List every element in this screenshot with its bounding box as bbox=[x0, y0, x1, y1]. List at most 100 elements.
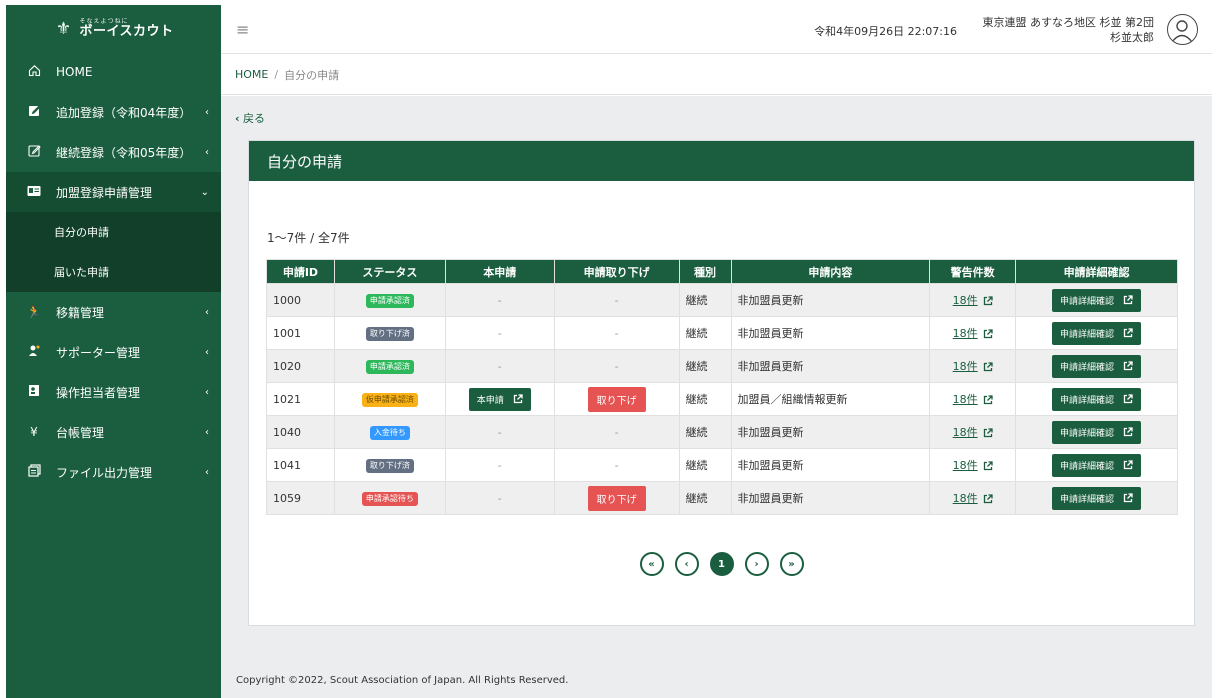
detail-button[interactable]: 申請詳細確認 bbox=[1052, 486, 1142, 510]
sidebar-item-additional-registration[interactable]: 追加登録（令和04年度） ‹ bbox=[6, 92, 221, 132]
external-link-icon bbox=[1118, 493, 1133, 504]
application-id: 1021 bbox=[266, 382, 335, 416]
withdraw-cell: 取り下げ bbox=[553, 481, 680, 515]
external-link-icon bbox=[1118, 328, 1133, 339]
detail-cell: 申請詳細確認 bbox=[1015, 382, 1178, 416]
external-link-icon bbox=[1118, 295, 1133, 306]
warnings-link[interactable]: 18件 bbox=[953, 360, 978, 373]
detail-button[interactable]: 申請詳細確認 bbox=[1052, 321, 1142, 345]
status-cell: 入金待ち bbox=[333, 415, 446, 449]
warnings-link[interactable]: 18件 bbox=[953, 426, 978, 439]
prev-page-button[interactable]: ‹ bbox=[674, 552, 699, 576]
sidebar-item-label: 移籍管理 bbox=[56, 305, 105, 320]
id-card-icon bbox=[24, 185, 44, 200]
warnings-link[interactable]: 18件 bbox=[953, 327, 978, 340]
detail-button[interactable]: 申請詳細確認 bbox=[1052, 354, 1142, 378]
external-link-icon bbox=[978, 360, 993, 373]
withdraw-button[interactable]: 取り下げ bbox=[587, 485, 646, 511]
table-row: 1020 申請承認済 - - 継続 非加盟員更新 18件 申請詳細確認 bbox=[266, 349, 1178, 383]
detail-button[interactable]: 申請詳細確認 bbox=[1052, 453, 1142, 477]
user-organization: 東京連盟 あすなろ地区 杉並 第2団 bbox=[982, 16, 1155, 29]
content-cell: 非加盟員更新 bbox=[730, 448, 931, 482]
status-badge: 申請承認済 bbox=[365, 293, 414, 308]
main-application-cell: - bbox=[444, 481, 555, 515]
sidebar-item-file-output[interactable]: ファイル出力管理 ‹ bbox=[6, 452, 221, 492]
sidebar-item-membership-application[interactable]: 加盟登録申請管理 ⌄ bbox=[6, 172, 221, 212]
detail-label: 申請詳細確認 bbox=[1060, 395, 1115, 406]
footer-copyright: Copyright ©2022, Scout Association of Ja… bbox=[221, 662, 1212, 698]
status-badge: 取り下げ済 bbox=[365, 458, 414, 473]
sidebar-item-home[interactable]: HOME bbox=[6, 52, 221, 92]
page-button-current[interactable]: 1 bbox=[709, 552, 734, 576]
back-link[interactable]: ‹ 戻る bbox=[235, 110, 265, 126]
status-cell: 取り下げ済 bbox=[333, 448, 446, 482]
content-cell: 非加盟員更新 bbox=[730, 349, 931, 383]
detail-button[interactable]: 申請詳細確認 bbox=[1052, 387, 1142, 411]
status-cell: 申請承認済 bbox=[333, 349, 446, 383]
column-header: 申請詳細確認 bbox=[1015, 259, 1178, 284]
sidebar-item-label: 台帳管理 bbox=[56, 425, 105, 440]
warnings-link[interactable]: 18件 bbox=[953, 492, 978, 505]
chevron-left-icon: ‹ bbox=[205, 386, 209, 398]
next-page-button[interactable]: › bbox=[744, 552, 769, 576]
result-count: 1〜7件 / 全7件 bbox=[267, 231, 350, 245]
detail-button[interactable]: 申請詳細確認 bbox=[1052, 420, 1142, 444]
table-row: 1040 入金待ち - - 継続 非加盟員更新 18件 申請詳細確認 bbox=[266, 415, 1178, 449]
file-output-icon bbox=[24, 464, 44, 480]
withdraw-cell: - bbox=[553, 283, 680, 317]
external-link-icon bbox=[978, 393, 993, 406]
main-application-button[interactable]: 本申請 bbox=[468, 387, 531, 411]
type-cell: 継続 bbox=[678, 316, 732, 350]
main-application-label: 本申請 bbox=[476, 395, 504, 406]
sidebar-item-received-applications[interactable]: 届いた申請 bbox=[6, 252, 221, 292]
withdraw-cell: - bbox=[553, 349, 680, 383]
chevron-left-icon: ‹ bbox=[205, 106, 209, 118]
main-application-cell: - bbox=[444, 415, 555, 449]
topbar: ≡ 令和4年09月26日 22:07:16 東京連盟 あすなろ地区 杉並 第2団… bbox=[221, 5, 1212, 54]
warnings-link[interactable]: 18件 bbox=[953, 459, 978, 472]
sidebar-item-label: HOME bbox=[56, 65, 93, 79]
sidebar-item-transfer[interactable]: 🏃 移籍管理 ‹ bbox=[6, 292, 221, 332]
table-row: 1000 申請承認済 - - 継続 非加盟員更新 18件 申請詳細確認 bbox=[266, 283, 1178, 317]
content-cell: 非加盟員更新 bbox=[730, 481, 931, 515]
first-page-button[interactable]: « bbox=[639, 552, 664, 576]
external-link-icon bbox=[1118, 394, 1133, 405]
warnings-link[interactable]: 18件 bbox=[953, 294, 978, 307]
chevron-left-icon: ‹ bbox=[205, 306, 209, 318]
breadcrumb-home[interactable]: HOME bbox=[235, 68, 268, 81]
user-info: 東京連盟 あすなろ地区 杉並 第2団 杉並太郎 bbox=[983, 15, 1155, 45]
warnings-cell: 18件 bbox=[929, 349, 1017, 383]
application-id: 1020 bbox=[266, 349, 335, 383]
external-link-icon bbox=[978, 459, 993, 472]
sidebar-item-label: 加盟登録申請管理 bbox=[56, 185, 153, 200]
sidebar-item-continuing-registration[interactable]: 継続登録（令和05年度） ‹ bbox=[6, 132, 221, 172]
yen-icon: ¥ bbox=[30, 425, 38, 439]
type-cell: 継続 bbox=[678, 448, 732, 482]
sidebar: ⚜ そなえよつねに ボーイスカウト HOME 追加登録（令和04年度） ‹ 継続… bbox=[6, 5, 221, 698]
avatar[interactable] bbox=[1167, 14, 1198, 45]
status-cell: 仮申請承認済 bbox=[333, 382, 446, 416]
warnings-link[interactable]: 18件 bbox=[953, 393, 978, 406]
home-icon bbox=[24, 64, 44, 80]
breadcrumb-current: 自分の申請 bbox=[284, 68, 340, 82]
withdraw-cell: - bbox=[553, 415, 680, 449]
detail-label: 申請詳細確認 bbox=[1060, 428, 1115, 439]
detail-cell: 申請詳細確認 bbox=[1015, 448, 1178, 482]
detail-button[interactable]: 申請詳細確認 bbox=[1052, 288, 1142, 312]
sidebar-item-my-applications[interactable]: 自分の申請 bbox=[6, 212, 221, 252]
sidebar-item-ledger[interactable]: ¥ 台帳管理 ‹ bbox=[6, 412, 221, 452]
logo[interactable]: ⚜ そなえよつねに ボーイスカウト bbox=[6, 5, 221, 52]
withdraw-button[interactable]: 取り下げ bbox=[587, 386, 646, 412]
status-cell: 申請承認待ち bbox=[333, 481, 446, 515]
detail-cell: 申請詳細確認 bbox=[1015, 283, 1178, 317]
sidebar-item-supporter[interactable]: サポーター管理 ‹ bbox=[6, 332, 221, 372]
edit-outline-icon bbox=[24, 144, 44, 160]
last-page-button[interactable]: » bbox=[779, 552, 804, 576]
back-label: 戻る bbox=[243, 112, 266, 125]
hamburger-menu-icon[interactable]: ≡ bbox=[236, 22, 249, 38]
column-header: 申請取り下げ bbox=[553, 259, 680, 284]
edit-icon bbox=[24, 104, 44, 120]
column-header: 申請ID bbox=[266, 259, 335, 284]
sidebar-item-operator[interactable]: 操作担当者管理 ‹ bbox=[6, 372, 221, 412]
application-id: 1059 bbox=[266, 481, 335, 515]
